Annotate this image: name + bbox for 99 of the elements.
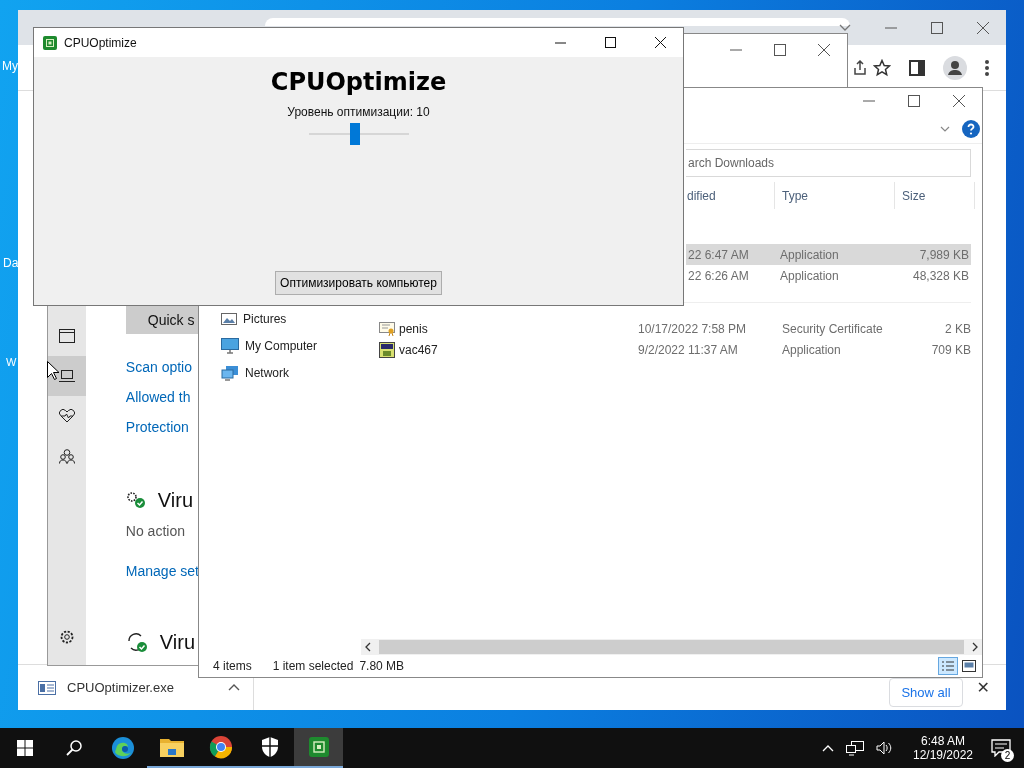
monitor-icon [221, 337, 239, 354]
type-cell-text: Application [780, 247, 840, 262]
settings-link[interactable]: Protection [125, 412, 192, 442]
file-row[interactable]: vac467 9/2/2022 11:37 AM Application 709 KB [359, 339, 971, 360]
file-name: vac467 [399, 342, 438, 357]
volume-icon[interactable] [876, 741, 892, 755]
notifications-button[interactable]: 2 [978, 728, 1024, 768]
file-row[interactable]: penis 10/17/2022 7:58 PM Security Certificate 2 KB [359, 318, 971, 339]
heart-icon [58, 409, 75, 423]
people-icon [58, 448, 75, 464]
date-cell-text: 22 6:26 AM [687, 268, 750, 283]
settings-icon [58, 629, 75, 645]
section-heading: Viru [157, 488, 194, 512]
chevron-up-icon[interactable] [822, 744, 834, 752]
chip-icon [308, 737, 329, 757]
selection-status: 1 item selected [272, 659, 354, 673]
date-cell-text: 9/2/2022 11:37 AM [638, 342, 739, 357]
close-icon[interactable] [818, 44, 830, 56]
status-text: No action [125, 522, 186, 541]
message-icon [991, 739, 1011, 757]
type-cell-text: Application [780, 268, 840, 283]
size-cell-text: 48,328 KB [911, 268, 969, 283]
sync-check-icon [125, 632, 148, 652]
window-icon [58, 329, 75, 343]
desktop-icon-label: Da [3, 256, 19, 270]
close-icon[interactable] [655, 37, 666, 48]
windows-logo-icon [16, 740, 33, 756]
column-header[interactable]: dified [687, 182, 775, 209]
help-icon[interactable] [962, 119, 980, 138]
desktop-icon-label: My [2, 59, 18, 73]
date-cell-text: 22 6:47 AM [687, 247, 750, 262]
file-row[interactable]: 22 6:47 AM Application 7,989 KB [686, 244, 971, 265]
size-cell-text: 2 KB [944, 321, 971, 336]
nav-item[interactable]: Pictures [221, 308, 359, 329]
size-cell-text: 7,989 KB [918, 247, 969, 262]
app-heading: CPUOptimize [270, 68, 447, 96]
laptop-icon [58, 370, 75, 382]
desktop-icon-label: W [6, 356, 17, 368]
chip-icon [43, 35, 57, 50]
download-file-name[interactable]: CPUOptimizer.exe [67, 680, 217, 695]
more-menu-icon[interactable] [985, 59, 989, 76]
scroll-left-icon[interactable] [365, 642, 371, 652]
chevron-down-icon[interactable] [839, 23, 851, 32]
maximize-icon[interactable] [774, 44, 786, 56]
close-icon[interactable] [953, 95, 965, 107]
column-header[interactable]: Size [895, 182, 975, 209]
file-icon [38, 680, 56, 695]
optimize-button[interactable]: Оптимизировать компьютер [275, 271, 442, 295]
nav-item[interactable]: Network [221, 362, 359, 383]
scrollbar-thumb[interactable] [379, 640, 964, 654]
certificate-icon [379, 321, 395, 336]
type-cell-text: Security Certificate [782, 321, 884, 336]
profile-icon[interactable] [943, 55, 967, 80]
caret-up-icon[interactable] [228, 684, 240, 691]
date-cell-text: 10/17/2022 7:58 PM [638, 321, 748, 336]
shield-icon [260, 736, 279, 758]
level-label: Уровень оптимизации: 10 [287, 105, 430, 119]
browser-icon [110, 736, 135, 760]
star-icon[interactable] [873, 58, 891, 77]
network-icon[interactable] [846, 740, 864, 756]
gears-check-icon [125, 491, 146, 509]
share-icon[interactable] [853, 59, 867, 76]
notification-count: 2 [1001, 749, 1014, 762]
file-row[interactable]: 22 6:26 AM Application 48,328 KB [686, 265, 971, 286]
side-panel-icon[interactable] [909, 59, 925, 76]
file-name: penis [399, 321, 428, 336]
pictures-icon [221, 312, 237, 325]
optimization-slider[interactable] [308, 123, 409, 145]
item-count: 4 items [213, 659, 252, 673]
application-icon [379, 341, 395, 358]
scroll-right-icon[interactable] [972, 642, 978, 652]
quick-scan-button[interactable]: Quick s [125, 306, 198, 334]
taskbar-button[interactable] [294, 728, 343, 768]
search-icon [65, 740, 82, 756]
settings-link[interactable]: Scan optio [125, 352, 192, 382]
maximize-icon[interactable] [605, 37, 616, 48]
size-cell-text: 709 KB [930, 342, 971, 357]
settings-link[interactable]: Allowed th [125, 382, 192, 412]
search-field[interactable]: arch Downloads [686, 149, 971, 177]
close-button[interactable]: ✕ [972, 678, 994, 697]
section-heading: Viru [159, 630, 196, 654]
sidebar-item[interactable] [48, 356, 86, 396]
manage-settings-link[interactable]: Manage set [125, 556, 199, 586]
column-header[interactable]: Type [775, 182, 895, 209]
slider-thumb[interactable] [349, 123, 360, 145]
selection-size: 7.80 MB [359, 659, 405, 673]
window-title: CPUOptimize [64, 35, 137, 50]
type-cell-text: Application [782, 342, 842, 357]
minimize-icon[interactable] [555, 41, 566, 44]
nav-item[interactable]: My Computer [221, 335, 359, 356]
network-icon [221, 364, 239, 381]
large-icons-view-icon[interactable] [962, 660, 976, 672]
chrome-icon [208, 735, 233, 759]
folder-icon [159, 737, 184, 757]
horizontal-scrollbar[interactable] [361, 639, 982, 655]
clock[interactable]: 6:48 AM 12/19/2022 [908, 734, 978, 762]
show-all-button[interactable]: Show all [889, 678, 963, 707]
maximize-icon[interactable] [908, 95, 920, 107]
chevron-down-icon[interactable] [940, 125, 950, 132]
